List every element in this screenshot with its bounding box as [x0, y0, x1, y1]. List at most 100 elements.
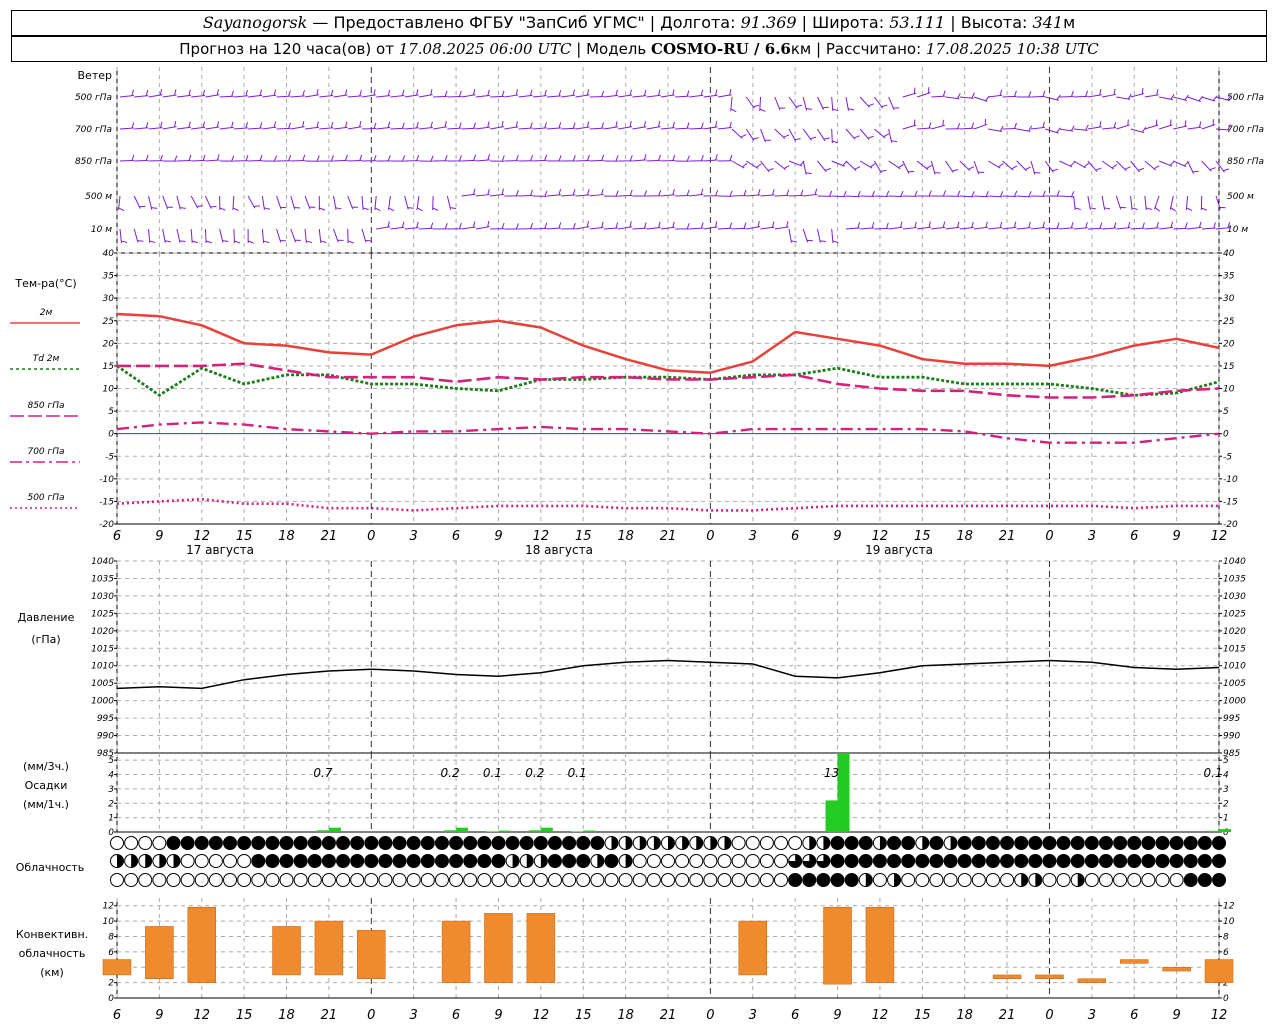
cloud-cover-fill: [449, 854, 463, 868]
cloud-cover-icon: [590, 873, 605, 887]
temp-ytick-right: 0: [1223, 430, 1229, 440]
cloud-cover-fill: [1099, 854, 1113, 868]
cloud-cover-fill: [548, 836, 562, 850]
prec-ytick-left: 0: [108, 828, 114, 838]
cloud-cover-icon: [745, 873, 760, 887]
wind-barb-flag: [458, 90, 462, 97]
wind-barb: [788, 128, 797, 142]
wind-barb-flag: [373, 122, 377, 129]
hour-label-bottom: 18: [278, 1008, 295, 1023]
wind-barb-flag: [971, 122, 975, 129]
wind-barb-flag: [487, 188, 490, 195]
cloud-cover-fill: [1198, 854, 1212, 868]
cloud-cover-fill: [294, 854, 308, 868]
hour-label-bottom: 18: [956, 1008, 973, 1023]
cloud-cover-icon: [1141, 873, 1156, 887]
wind-barb: [703, 94, 718, 98]
temp-legend-label: Td 2м: [33, 354, 60, 364]
wind-barb-flag: [572, 122, 576, 129]
wind-barb: [888, 96, 895, 111]
wind-barb-flag: [247, 240, 254, 244]
cloud-cover-icon: [491, 873, 506, 887]
wind-barb-flag: [715, 154, 718, 161]
wind-barb: [318, 228, 322, 243]
wind-barb-flag: [742, 162, 748, 168]
wind-barb-flag: [729, 121, 732, 128]
prec-ytick-left: 1: [108, 814, 114, 824]
cloud-cover-icon: [745, 854, 760, 868]
cloud-cover-icon: [251, 873, 266, 887]
wind-barb-flag: [757, 220, 760, 228]
precip-bar: [540, 827, 553, 832]
wind-barb: [1059, 160, 1073, 168]
cloud-cover-fill: [823, 836, 830, 850]
wind-barb-flag: [956, 221, 960, 228]
wind-barb: [1130, 128, 1145, 134]
wind-barb: [361, 228, 367, 243]
wind-barb-flag: [164, 240, 171, 243]
wind-barb: [418, 126, 433, 130]
cloud-cover-icon: [406, 873, 421, 887]
wind-barb: [575, 226, 590, 230]
cloud-cover-fill: [958, 854, 972, 868]
cloud-cover-icon: [138, 836, 153, 850]
cloud-cover-icon: [124, 873, 139, 887]
wind-barb: [446, 195, 452, 210]
cloud-cover-icon: [265, 873, 280, 887]
hour-label-bottom: 12: [1211, 1008, 1228, 1023]
cloud-cover-icon: [463, 873, 478, 887]
wind-barb: [931, 124, 945, 130]
prec-ytick-left: 4: [108, 771, 114, 781]
wind-barb: [546, 227, 562, 230]
cloud-cover-icon: [336, 873, 351, 887]
wind-barb-flag: [885, 222, 889, 229]
pres-ytick-right: 1015: [1223, 644, 1246, 654]
wind-barb-flag: [131, 89, 134, 96]
wind-barb-flag: [848, 108, 855, 111]
cloud-cover-fill: [1028, 854, 1042, 868]
wind-barb-flag: [700, 122, 704, 129]
cloud-cover-icon: [604, 873, 619, 887]
wind-barb-flag: [1074, 207, 1081, 210]
cloud-cover-fill: [788, 873, 802, 887]
wind-barb: [204, 228, 207, 244]
cloud-cover-fill: [562, 836, 576, 850]
wind-barb: [247, 195, 256, 209]
wind-barb: [390, 95, 405, 98]
wind-barb-flag: [586, 220, 589, 228]
cloud-cover-fill: [421, 836, 435, 850]
wind-barb: [788, 194, 803, 197]
wind-barb: [134, 95, 149, 98]
wind-barb: [233, 228, 235, 244]
wind-barb: [532, 95, 547, 98]
cloud-cover-fill: [887, 854, 901, 868]
wind-barb: [347, 95, 362, 98]
wind-barb-flag: [743, 222, 747, 229]
cloud-cover-fill: [350, 854, 364, 868]
pres-ytick-left: 1010: [91, 662, 114, 672]
cloud-cover-icon: [985, 873, 1000, 887]
cloud-cover-fill: [831, 836, 845, 850]
wind-barb-flag: [374, 207, 381, 212]
wind-barb-flag: [530, 154, 534, 161]
wind-barb: [447, 127, 462, 130]
temp-ytick-left: -5: [105, 452, 114, 462]
cloud-cover-fill: [604, 854, 618, 868]
cloud-cover-fill: [1170, 854, 1184, 868]
wind-barb-flag: [205, 240, 212, 244]
wind-barb-flag: [601, 221, 604, 228]
temp-ytick-right: -10: [1223, 475, 1238, 485]
wind-barb: [860, 227, 875, 230]
wind-barb: [205, 94, 220, 98]
wind-barb: [802, 128, 812, 141]
wind-barb: [1187, 126, 1202, 130]
temp-ytick-left: 10: [103, 385, 115, 395]
cloud-cover-icon: [194, 873, 209, 887]
cloud-cover-icon: [1155, 873, 1170, 887]
temp-ytick-left: 35: [103, 272, 115, 282]
cloud-cover-icon: [689, 854, 704, 868]
wind-barb-flag: [686, 189, 690, 196]
conv-ytick-right: 8: [1223, 932, 1229, 942]
wind-barb-flag: [319, 207, 326, 211]
cloud-cover-fill: [958, 836, 972, 850]
